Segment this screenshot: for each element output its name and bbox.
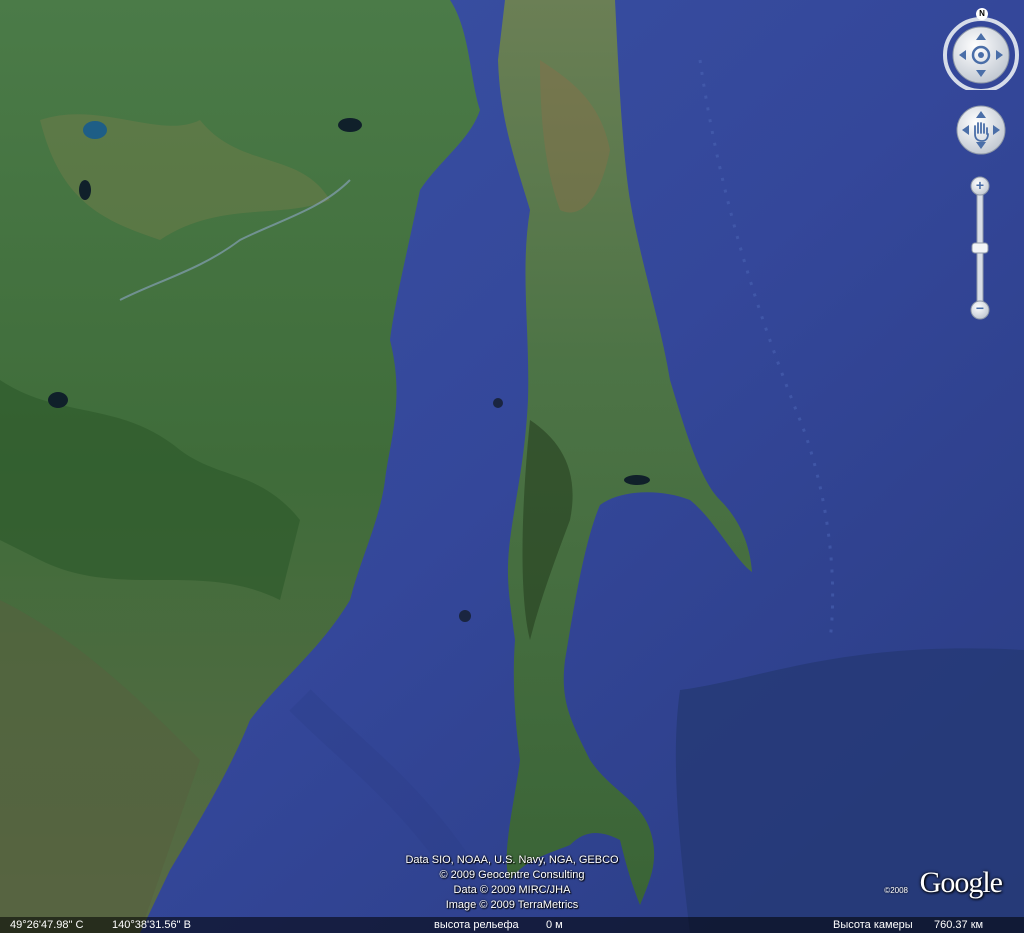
look-navigation-control[interactable]: N bbox=[942, 8, 1020, 93]
attribution-line: © 2009 Geocentre Consulting bbox=[439, 869, 585, 881]
status-bar: 49°26'47.98" С 140°38'31.56" В высота ре… bbox=[0, 917, 1024, 933]
satellite-imagery[interactable] bbox=[0, 0, 1024, 933]
camera-altitude-value: 760.37 км bbox=[934, 919, 984, 931]
move-navigation-control[interactable] bbox=[955, 104, 1007, 156]
zoom-slider[interactable]: + − bbox=[969, 175, 991, 321]
attribution-line: Data SIO, NOAA, U.S. Navy, NGA, GEBCO bbox=[405, 854, 619, 866]
attribution-line: Image © 2009 TerraMetrics bbox=[445, 899, 579, 911]
map-view[interactable]: N + − Data SIO, NOAA, U.S. Navy, NGA, GE… bbox=[0, 0, 1024, 933]
camera-altitude-label: Высота камеры bbox=[833, 919, 913, 931]
elevation-value: 0 м bbox=[546, 919, 563, 931]
longitude-readout: 140°38'31.56" В bbox=[112, 919, 191, 931]
latitude-readout: 49°26'47.98" С bbox=[10, 919, 84, 931]
google-logo: Google bbox=[919, 866, 1003, 899]
elevation-label: высота рельефа bbox=[434, 919, 519, 931]
logo-year: ©2008 bbox=[884, 886, 908, 895]
data-attribution: Data SIO, NOAA, U.S. Navy, NGA, GEBCO © … bbox=[0, 853, 1024, 913]
north-indicator[interactable]: N bbox=[976, 8, 988, 20]
zoom-out-button[interactable]: − bbox=[969, 300, 991, 316]
zoom-handle[interactable] bbox=[972, 243, 988, 253]
zoom-in-button[interactable]: + bbox=[969, 177, 991, 193]
attribution-line: Data © 2009 MIRC/JHA bbox=[453, 884, 571, 896]
